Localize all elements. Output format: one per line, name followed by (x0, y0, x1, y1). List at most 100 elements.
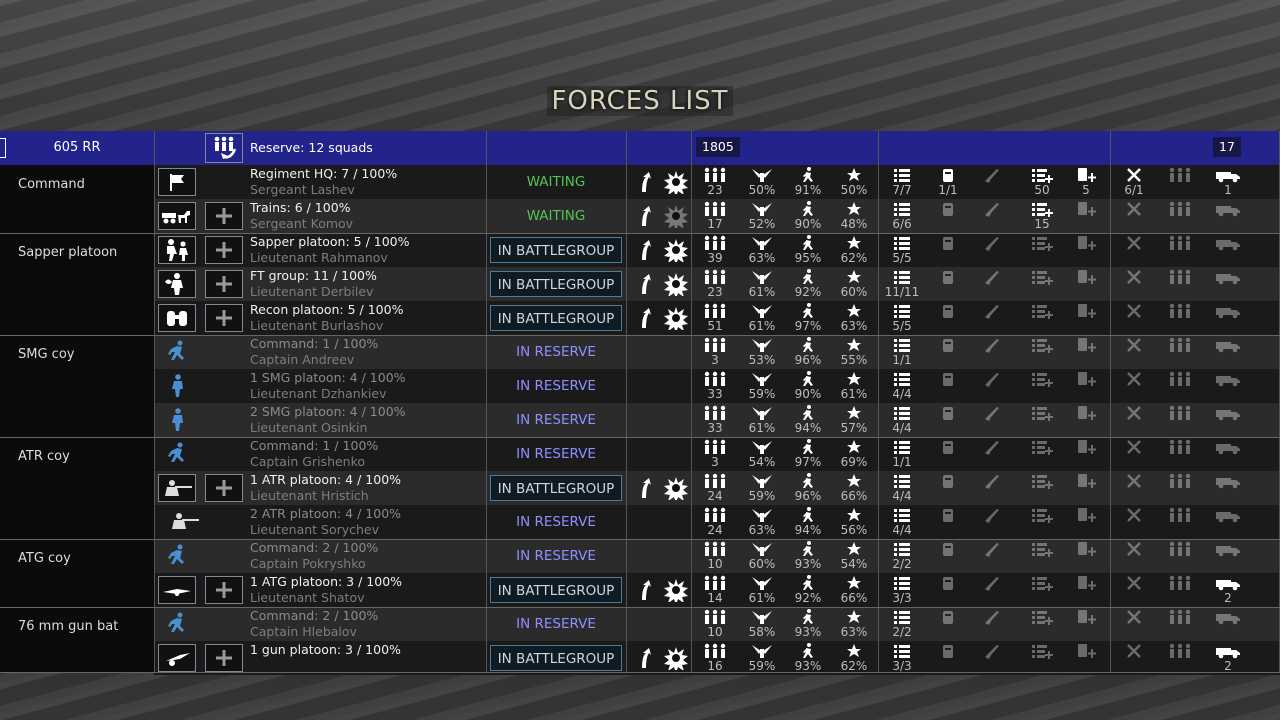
supply-c7[interactable] (1158, 267, 1202, 285)
supply-c4[interactable] (1020, 607, 1064, 625)
supply-c6[interactable] (1112, 301, 1156, 319)
supply-c7[interactable] (1158, 301, 1202, 319)
supply-c7[interactable] (1158, 641, 1202, 659)
supply-ammo[interactable]: 2/2 (880, 607, 924, 639)
attack-burst-icon[interactable] (663, 204, 689, 232)
supply-c6[interactable] (1112, 369, 1156, 387)
supply-c4[interactable] (1020, 369, 1064, 387)
supply-c4[interactable] (1020, 437, 1064, 455)
status-button[interactable]: WAITING (490, 169, 622, 195)
supply-c4[interactable]: 15 (1020, 199, 1064, 231)
reserve-icon[interactable] (205, 133, 243, 163)
attack-burst-icon[interactable] (663, 578, 689, 606)
supply-c5[interactable] (1064, 335, 1108, 353)
supply-c8[interactable] (1206, 267, 1250, 285)
supply-c6[interactable] (1112, 437, 1156, 455)
deploy-arrow-icon[interactable] (636, 307, 652, 333)
supply-c2[interactable] (926, 267, 970, 285)
supply-c2[interactable] (926, 607, 970, 625)
supply-c3[interactable] (970, 199, 1014, 217)
supply-c3[interactable] (970, 233, 1014, 251)
unit-row[interactable]: FT group: 11 / 100% Lieutenant Derbilev IN… (154, 267, 1280, 301)
unit-type-icon[interactable] (168, 408, 190, 432)
supply-c8[interactable]: 2 (1206, 641, 1250, 673)
supply-c6[interactable] (1112, 505, 1156, 523)
status-button[interactable]: IN RESERVE (490, 373, 622, 399)
supply-ammo[interactable]: 3/3 (880, 573, 924, 605)
add-unit-button[interactable] (205, 270, 243, 298)
supply-c5[interactable] (1064, 267, 1108, 285)
supply-c6[interactable] (1112, 607, 1156, 625)
supply-ammo[interactable]: 4/4 (880, 369, 924, 401)
supply-c8[interactable] (1206, 199, 1250, 217)
supply-ammo[interactable]: 1/1 (880, 437, 924, 469)
supply-c2[interactable] (926, 437, 970, 455)
unit-type-icon[interactable] (168, 612, 190, 636)
supply-c2[interactable] (926, 573, 970, 591)
supply-c3[interactable] (970, 471, 1014, 489)
unit-row[interactable]: Regiment HQ: 7 / 100% Sergeant Lashev WAIT… (154, 165, 1280, 199)
supply-c8[interactable] (1206, 471, 1250, 489)
supply-c3[interactable] (970, 165, 1014, 183)
add-unit-button[interactable] (205, 576, 243, 604)
supply-c2[interactable] (926, 641, 970, 659)
attack-burst-icon[interactable] (663, 306, 689, 334)
unit-type-icon[interactable] (158, 270, 196, 298)
add-unit-button[interactable] (205, 644, 243, 672)
status-button[interactable]: IN BATTLEGROUP (490, 271, 622, 297)
unit-row[interactable]: 2 ATR platoon: 4 / 100% Lieutenant Sorych… (154, 505, 1280, 539)
supply-c4[interactable] (1020, 539, 1064, 557)
supply-c7[interactable] (1158, 437, 1202, 455)
supply-c2[interactable] (926, 233, 970, 251)
supply-c5[interactable] (1064, 505, 1108, 523)
supply-c5[interactable] (1064, 607, 1108, 625)
supply-c8[interactable] (1206, 335, 1250, 353)
supply-c6[interactable] (1112, 641, 1156, 659)
supply-c2[interactable] (926, 471, 970, 489)
supply-c7[interactable] (1158, 199, 1202, 217)
supply-c4[interactable] (1020, 471, 1064, 489)
supply-c6[interactable] (1112, 335, 1156, 353)
supply-c8[interactable]: 1 (1206, 165, 1250, 197)
supply-c5[interactable] (1064, 573, 1108, 591)
supply-c5[interactable] (1064, 437, 1108, 455)
attack-burst-icon[interactable] (663, 646, 689, 674)
supply-c7[interactable] (1158, 369, 1202, 387)
status-button[interactable]: IN BATTLEGROUP (490, 305, 622, 331)
deploy-arrow-icon[interactable] (636, 647, 652, 673)
supply-c5[interactable] (1064, 471, 1108, 489)
unit-row[interactable]: Command: 1 / 100% Captain Grishenko IN RES… (154, 437, 1280, 471)
status-button[interactable]: IN RESERVE (490, 339, 622, 365)
unit-type-icon[interactable] (158, 202, 196, 230)
supply-c8[interactable] (1206, 233, 1250, 251)
supply-c2[interactable] (926, 369, 970, 387)
status-button[interactable]: IN RESERVE (490, 543, 622, 569)
supply-c4[interactable] (1020, 573, 1064, 591)
supply-c3[interactable] (970, 539, 1014, 557)
supply-ammo[interactable]: 6/6 (880, 199, 924, 231)
unit-type-icon[interactable] (168, 442, 190, 466)
unit-row[interactable]: Command: 1 / 100% Captain Andreev IN RESER… (154, 335, 1280, 369)
supply-c6[interactable] (1112, 471, 1156, 489)
supply-c2[interactable] (926, 335, 970, 353)
status-button[interactable]: WAITING (490, 203, 622, 229)
supply-ammo[interactable]: 7/7 (880, 165, 924, 197)
supply-c5[interactable] (1064, 199, 1108, 217)
supply-c8[interactable] (1206, 369, 1250, 387)
supply-c8[interactable] (1206, 539, 1250, 557)
unit-row[interactable]: Trains: 6 / 100% Sergeant Komov WAITING 17 5… (154, 199, 1280, 233)
supply-c5[interactable] (1064, 403, 1108, 421)
attack-burst-icon[interactable] (663, 476, 689, 504)
supply-ammo[interactable]: 5/5 (880, 233, 924, 265)
supply-c3[interactable] (970, 267, 1014, 285)
status-button[interactable]: IN RESERVE (490, 611, 622, 637)
supply-ammo[interactable]: 11/11 (880, 267, 924, 299)
status-button[interactable]: IN RESERVE (490, 441, 622, 467)
unit-type-icon[interactable] (168, 510, 199, 534)
deploy-arrow-icon[interactable] (636, 477, 652, 503)
supply-c6[interactable] (1112, 267, 1156, 285)
supply-c3[interactable] (970, 437, 1014, 455)
unit-row[interactable]: Sapper platoon: 5 / 100% Lieutenant Rahma… (154, 233, 1280, 267)
unit-row[interactable]: 1 ATR platoon: 4 / 100% Lieutenant Hristi… (154, 471, 1280, 505)
add-unit-button[interactable] (205, 304, 243, 332)
